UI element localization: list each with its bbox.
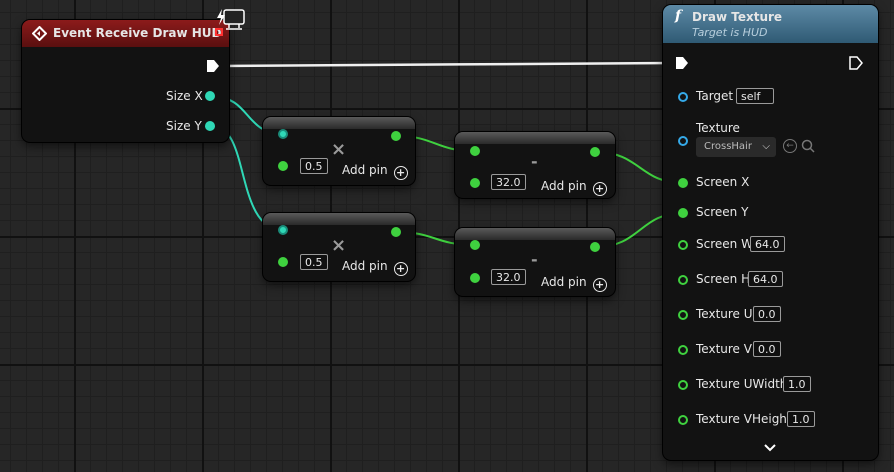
size-y-label: Size Y <box>166 119 202 133</box>
size-y-pin[interactable] <box>205 121 215 131</box>
add-pin-plus-icon: + <box>592 278 607 292</box>
multiply-input-a-pin[interactable] <box>278 129 288 139</box>
draw-texture-title: Draw Texture <box>692 10 783 24</box>
add-pin-button[interactable]: Add pin + <box>342 163 408 180</box>
draw-texture-exec-out-pin[interactable] <box>849 56 863 70</box>
screen-w-pin[interactable] <box>678 240 688 250</box>
subtract-output-pin[interactable] <box>590 242 600 252</box>
texture-uwidth-field[interactable]: 1.0 <box>783 376 811 392</box>
texture-pin[interactable] <box>678 136 688 146</box>
add-pin-label: Add pin <box>342 259 388 273</box>
screen-x-pin[interactable] <box>678 178 688 188</box>
chevron-down-icon: ⌵ <box>762 141 770 152</box>
subtract-node-header <box>455 132 615 144</box>
subtract-operator: - <box>531 250 538 269</box>
function-f-icon: f <box>675 8 682 24</box>
multiply-node-header <box>263 117 415 129</box>
texture-v-pin[interactable] <box>678 345 688 355</box>
multiply-value-field[interactable]: 0.5 <box>300 254 328 270</box>
subtract-node-header <box>455 228 615 240</box>
target-pin[interactable] <box>678 92 688 102</box>
multiply-output-pin[interactable] <box>391 227 401 237</box>
use-selected-asset-icon[interactable]: ← <box>783 139 797 153</box>
browse-search-icon[interactable] <box>801 139 815 153</box>
multiply-node-2[interactable]: 0.5 × Add pin + <box>263 213 415 281</box>
subtract-input-a-pin[interactable] <box>470 146 480 156</box>
texture-vheight-pin[interactable] <box>678 415 688 425</box>
add-pin-button[interactable]: Add pin + <box>541 275 607 292</box>
texture-v-label: Texture V <box>696 342 752 356</box>
subtract-operator: - <box>531 152 538 171</box>
add-pin-label: Add pin <box>541 275 587 289</box>
subtract-value-field[interactable]: 32.0 <box>491 174 526 190</box>
screen-y-label: Screen Y <box>696 205 749 219</box>
draw-texture-exec-in-pin[interactable] <box>675 56 689 70</box>
add-pin-plus-icon: + <box>393 262 408 276</box>
event-node-header[interactable]: Event Receive Draw HUD <box>22 20 229 47</box>
screen-x-label: Screen X <box>696 175 750 189</box>
subtract-input-b-pin[interactable] <box>470 273 480 283</box>
screen-h-label: Screen H <box>696 272 751 286</box>
screen-h-field[interactable]: 64.0 <box>748 271 783 287</box>
screen-w-label: Screen W <box>696 237 753 251</box>
texture-vheight-label: Texture VHeight <box>696 412 792 426</box>
subtract-output-pin[interactable] <box>590 147 600 157</box>
add-pin-plus-icon: + <box>393 166 408 180</box>
chevron-down-icon[interactable] <box>764 443 776 453</box>
texture-u-field[interactable]: 0.0 <box>753 306 781 322</box>
client-monitor-icon <box>217 9 245 30</box>
texture-u-pin[interactable] <box>678 310 688 320</box>
texture-asset-dropdown[interactable]: CrossHair ⌵ <box>696 137 776 157</box>
add-pin-label: Add pin <box>541 179 587 193</box>
add-pin-label: Add pin <box>342 163 388 177</box>
screen-y-pin[interactable] <box>678 208 688 218</box>
multiply-node-header <box>263 213 415 225</box>
texture-label: Texture <box>696 121 740 135</box>
multiply-value-field[interactable]: 0.5 <box>300 158 328 174</box>
subtract-node-2[interactable]: 32.0 - Add pin + <box>455 228 615 296</box>
texture-asset-name: CrossHair <box>704 141 752 152</box>
multiply-operator: × <box>331 235 347 256</box>
target-value-field[interactable]: self <box>736 88 774 104</box>
draw-texture-node[interactable]: f Draw Texture Target is HUD Target self… <box>663 5 878 460</box>
subtract-input-b-pin[interactable] <box>470 178 480 188</box>
add-pin-plus-icon: + <box>592 182 607 196</box>
event-receive-draw-hud-node[interactable]: Event Receive Draw HUD Size X Size Y <box>22 20 229 142</box>
multiply-node-1[interactable]: 0.5 × Add pin + <box>263 117 415 185</box>
multiply-input-b-pin[interactable] <box>278 161 288 171</box>
texture-v-field[interactable]: 0.0 <box>753 341 781 357</box>
add-pin-button[interactable]: Add pin + <box>342 259 408 276</box>
texture-uwidth-label: Texture UWidth <box>696 377 788 391</box>
multiply-input-a-pin[interactable] <box>278 225 288 235</box>
target-label: Target <box>696 89 734 103</box>
multiply-input-b-pin[interactable] <box>278 257 288 267</box>
multiply-operator: × <box>331 139 347 160</box>
draw-texture-subtitle: Target is HUD <box>692 26 768 39</box>
texture-u-label: Texture U <box>696 307 753 321</box>
size-x-label: Size X <box>166 89 203 103</box>
texture-uwidth-pin[interactable] <box>678 380 688 390</box>
subtract-value-field[interactable]: 32.0 <box>491 269 526 285</box>
event-node-title: Event Receive Draw HUD <box>53 26 222 40</box>
draw-texture-header[interactable]: f Draw Texture Target is HUD <box>663 5 878 43</box>
multiply-output-pin[interactable] <box>391 131 401 141</box>
event-diamond-icon <box>32 26 47 41</box>
subtract-node-1[interactable]: 32.0 - Add pin + <box>455 132 615 198</box>
screen-w-field[interactable]: 64.0 <box>750 236 785 252</box>
add-pin-button[interactable]: Add pin + <box>541 179 607 196</box>
event-exec-out-pin[interactable] <box>206 59 220 73</box>
exec-wire <box>218 61 677 68</box>
texture-vheight-field[interactable]: 1.0 <box>787 411 815 427</box>
screen-h-pin[interactable] <box>678 275 688 285</box>
size-x-pin[interactable] <box>205 91 215 101</box>
subtract-input-a-pin[interactable] <box>470 240 480 250</box>
